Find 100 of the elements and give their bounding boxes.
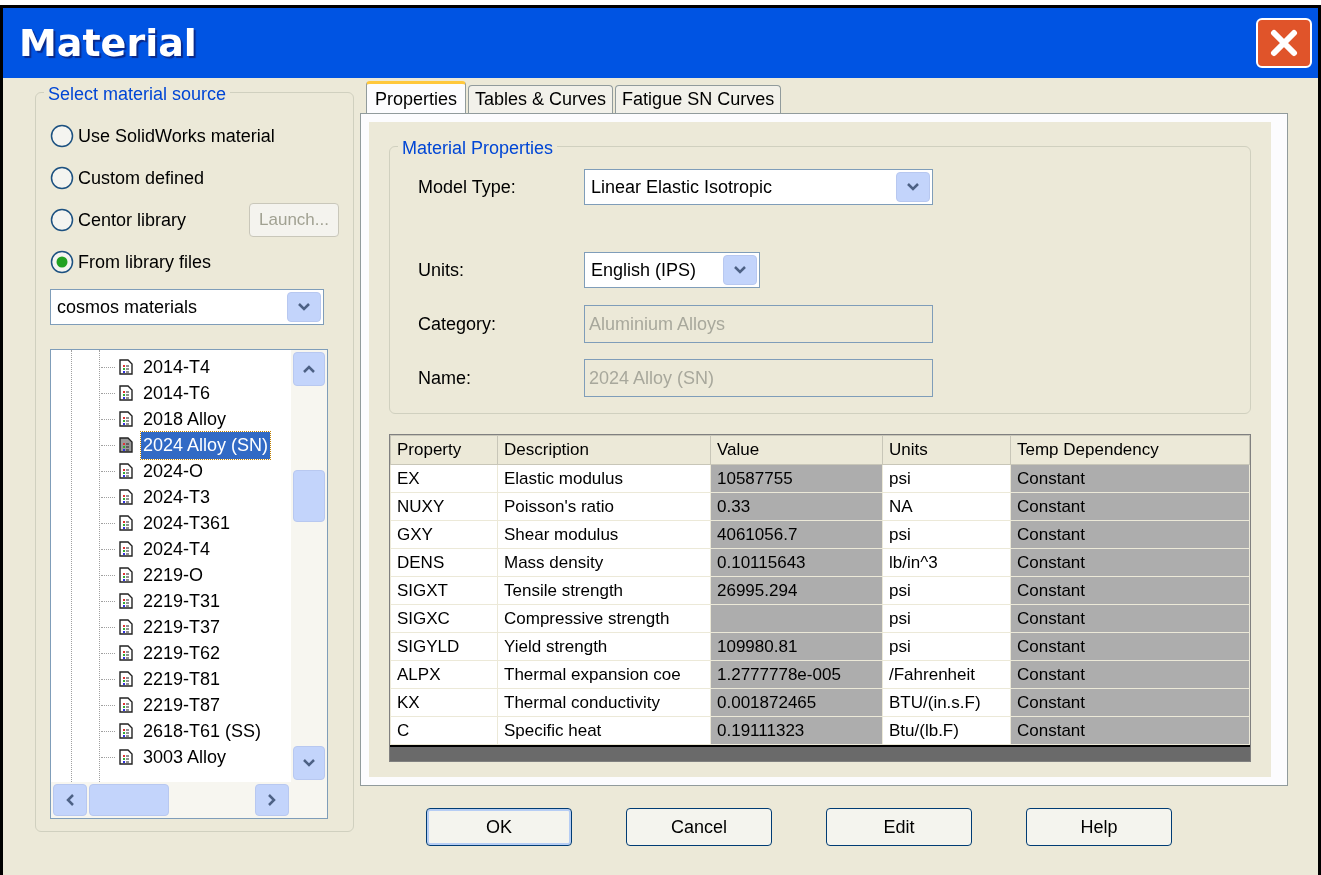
radio-label[interactable]: From library files bbox=[78, 248, 211, 276]
dropdown[interactable]: English (IPS) bbox=[584, 252, 760, 288]
table-cell: SIGXT bbox=[390, 576, 498, 605]
chevron-up-icon bbox=[303, 365, 315, 373]
column-header[interactable]: Units bbox=[882, 435, 1011, 465]
column-header[interactable]: Value bbox=[710, 435, 883, 465]
tree-item[interactable]: 2219-O bbox=[141, 561, 206, 589]
field-label: Name: bbox=[418, 366, 472, 390]
table-cell: Elastic modulus bbox=[497, 464, 711, 493]
vertical-scrollbar[interactable] bbox=[291, 350, 327, 782]
tree-item[interactable]: 2024-O bbox=[141, 457, 206, 485]
scroll-left-button[interactable] bbox=[53, 784, 87, 816]
dropdown-value: Linear Elastic Isotropic bbox=[591, 175, 773, 199]
scroll-down-button[interactable] bbox=[293, 746, 325, 780]
table-cell: GXY bbox=[390, 520, 498, 549]
dialog-button[interactable]: Cancel bbox=[626, 808, 772, 846]
chevron-down-icon bbox=[298, 303, 310, 311]
document-icon bbox=[119, 593, 133, 609]
table-cell: Tensile strength bbox=[497, 576, 711, 605]
tree-item[interactable]: 2024-T361 bbox=[141, 509, 233, 537]
table-cell: psi bbox=[882, 632, 1011, 661]
dropdown-arrow-button[interactable] bbox=[723, 255, 757, 285]
radio-button[interactable] bbox=[50, 208, 74, 232]
tree-item[interactable]: 2219-T81 bbox=[141, 665, 223, 693]
tree-item[interactable]: 2219-T87 bbox=[141, 691, 223, 719]
table-cell: psi bbox=[882, 604, 1011, 633]
scroll-thumb[interactable] bbox=[89, 784, 169, 816]
table-cell: ALPX bbox=[390, 660, 498, 689]
tree-item[interactable]: 2219-T62 bbox=[141, 639, 223, 667]
table-cell: 109980.81 bbox=[710, 632, 883, 661]
table-cell: Compressive strength bbox=[497, 604, 711, 633]
document-icon bbox=[119, 567, 133, 583]
document-icon bbox=[119, 619, 133, 635]
scroll-up-button[interactable] bbox=[293, 352, 325, 386]
dropdown-arrow-button[interactable] bbox=[896, 172, 930, 202]
field-label: Category: bbox=[418, 312, 498, 336]
radio-button[interactable] bbox=[50, 250, 74, 274]
table-cell: DENS bbox=[390, 548, 498, 577]
tree-item[interactable]: 2018 Alloy bbox=[141, 405, 229, 433]
table-cell: 0.19111323 bbox=[710, 716, 883, 745]
tree-item[interactable]: 2024-T4 bbox=[141, 535, 213, 563]
window-title: Material bbox=[19, 19, 197, 67]
column-header[interactable]: Temp Dependency bbox=[1010, 435, 1250, 465]
dropdown-arrow-button[interactable] bbox=[287, 292, 321, 322]
table-cell: Thermal expansion coe bbox=[497, 660, 711, 689]
chevron-down-icon bbox=[907, 183, 919, 191]
chevron-right-icon bbox=[268, 794, 276, 806]
close-icon bbox=[1269, 28, 1299, 58]
tree-item[interactable]: 2219-T37 bbox=[141, 613, 223, 641]
dialog-button[interactable]: OK bbox=[426, 808, 572, 846]
table-cell: KX bbox=[390, 688, 498, 717]
tree-item[interactable]: 2024-T3 bbox=[141, 483, 213, 511]
scroll-thumb[interactable] bbox=[293, 470, 325, 522]
dropdown[interactable]: Linear Elastic Isotropic bbox=[584, 169, 933, 205]
table-cell: Poisson's ratio bbox=[497, 492, 711, 521]
tab[interactable]: Properties bbox=[366, 81, 467, 114]
column-header[interactable]: Property bbox=[390, 435, 498, 465]
tree-item[interactable]: 2024 Alloy (SN) bbox=[141, 431, 271, 459]
table-cell: Constant bbox=[1010, 492, 1250, 521]
tab[interactable]: Fatigue SN Curves bbox=[615, 85, 782, 113]
tree-item[interactable]: 2014-T6 bbox=[141, 379, 213, 407]
dialog-button[interactable]: Help bbox=[1026, 808, 1172, 846]
radio-label[interactable]: Custom defined bbox=[78, 164, 205, 192]
table-cell: EX bbox=[390, 464, 498, 493]
horizontal-scrollbar[interactable] bbox=[51, 782, 327, 818]
table-cell: Constant bbox=[1010, 548, 1250, 577]
document-icon bbox=[119, 385, 133, 401]
table-cell: 10587755 bbox=[710, 464, 883, 493]
table-cell: Constant bbox=[1010, 520, 1250, 549]
document-icon bbox=[119, 723, 133, 739]
document-icon bbox=[119, 645, 133, 661]
column-header[interactable]: Description bbox=[497, 435, 711, 465]
tab[interactable]: Tables & Curves bbox=[468, 85, 614, 113]
tree-item[interactable]: 3003 Alloy bbox=[141, 743, 229, 771]
table-cell: Constant bbox=[1010, 464, 1250, 493]
table-cell: lb/in^3 bbox=[882, 548, 1011, 577]
radio-label[interactable]: Use SolidWorks material bbox=[78, 122, 275, 150]
table-cell: NA bbox=[882, 492, 1011, 521]
table-cell: Constant bbox=[1010, 716, 1250, 745]
table-cell: Constant bbox=[1010, 576, 1250, 605]
tree-item[interactable]: 2014-T4 bbox=[141, 353, 213, 381]
table-cell: /Fahrenheit bbox=[882, 660, 1011, 689]
radio-button[interactable] bbox=[50, 124, 74, 148]
table-cell: Shear modulus bbox=[497, 520, 711, 549]
library-dropdown[interactable]: cosmos materials bbox=[50, 289, 324, 325]
dialog-button[interactable]: Edit bbox=[826, 808, 972, 846]
close-button[interactable] bbox=[1256, 18, 1312, 68]
document-icon bbox=[119, 411, 133, 427]
table-cell: Mass density bbox=[497, 548, 711, 577]
radio-label[interactable]: Centor library bbox=[78, 206, 187, 234]
document-icon bbox=[119, 489, 133, 505]
tree-item[interactable]: 2219-T31 bbox=[141, 587, 223, 615]
table-cell: 0.33 bbox=[710, 492, 883, 521]
scroll-right-button[interactable] bbox=[255, 784, 289, 816]
dropdown-value: English (IPS) bbox=[591, 258, 697, 282]
tree-item[interactable]: 2618-T61 (SS) bbox=[141, 717, 264, 745]
table-cell: 1.2777778e-005 bbox=[710, 660, 883, 689]
radio-button[interactable] bbox=[50, 166, 74, 190]
document-icon bbox=[119, 515, 133, 531]
table-cell: Specific heat bbox=[497, 716, 711, 745]
